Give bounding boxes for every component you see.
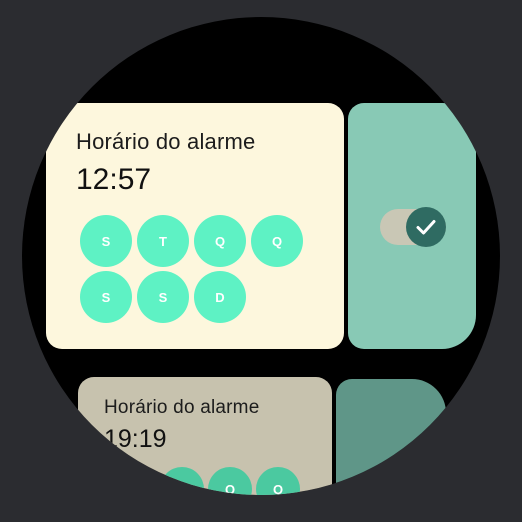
alarm-toggle-switch[interactable] [380,207,446,247]
alarm-title: Horário do alarme [76,129,256,154]
day-chip[interactable]: Q [251,215,303,267]
check-icon [406,207,446,247]
alarm-time: 12:57 [76,163,152,196]
watch-screen: Horário do alarme 12:57 S T Q Q S S D Ho… [22,17,500,495]
alarm-toggle-panel[interactable] [336,379,446,495]
alarm-toggle-panel[interactable] [348,103,476,349]
alarm-card[interactable]: Horário do alarme 12:57 S T Q Q S S D [46,103,344,349]
day-chip[interactable]: S [160,467,204,495]
alarm-card[interactable]: Horário do alarme 19:19 S Q Q [78,377,332,495]
day-chip[interactable]: S [80,271,132,323]
alarm-title: Horário do alarme [104,397,260,418]
day-chip[interactable]: Q [194,215,246,267]
day-chip[interactable]: S [80,215,132,267]
day-chip[interactable]: S [137,271,189,323]
day-chip[interactable]: Q [256,467,300,495]
alarm-time: 19:19 [104,425,167,453]
day-chip[interactable]: D [194,271,246,323]
day-chip[interactable]: Q [208,467,252,495]
day-chip[interactable]: T [137,215,189,267]
